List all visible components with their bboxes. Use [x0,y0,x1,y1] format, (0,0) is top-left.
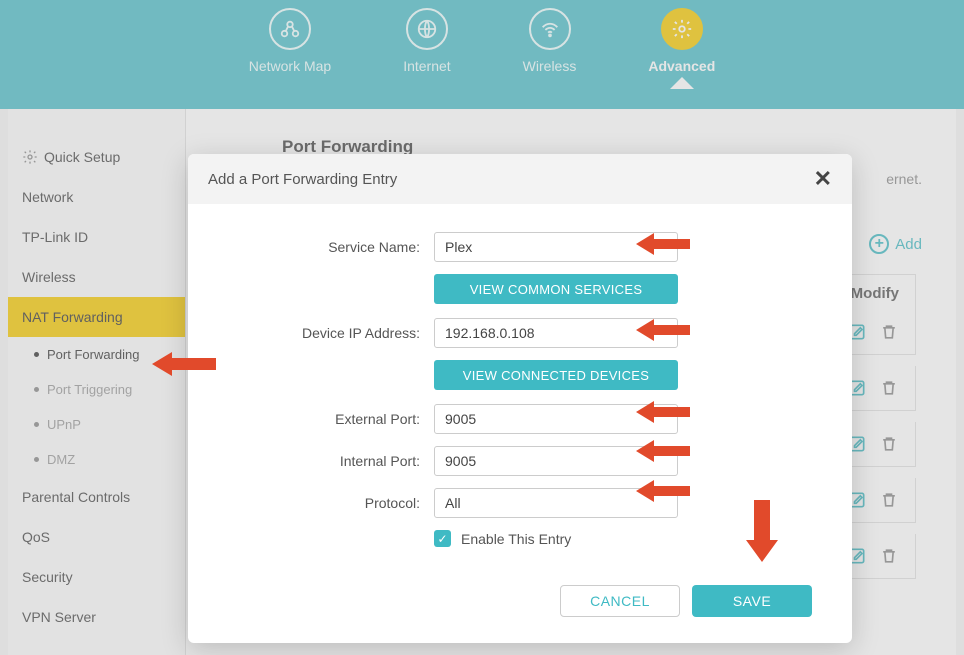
modal-title: Add a Port Forwarding Entry [208,171,397,188]
sidebar-network[interactable]: Network [8,177,185,217]
save-button[interactable]: SAVE [692,585,812,617]
add-button[interactable]: + Add [869,234,922,254]
trash-icon[interactable] [879,490,899,510]
bullet-icon [34,457,39,462]
view-connected-devices-button[interactable]: VIEW CONNECTED DEVICES [434,360,678,390]
nav-network-map[interactable]: Network Map [249,8,331,74]
service-name-input[interactable] [434,232,678,262]
trash-icon[interactable] [879,434,899,454]
sidebar-port-forwarding[interactable]: Port Forwarding [8,337,185,372]
sidebar-label: Security [22,569,73,585]
sidebar-nat-forwarding[interactable]: NAT Forwarding [8,297,185,337]
trash-icon[interactable] [879,378,899,398]
sidebar-label: DMZ [47,452,75,467]
enable-entry-label: Enable This Entry [461,531,571,547]
sidebar-parental[interactable]: Parental Controls [8,477,185,517]
nav-label: Wireless [523,58,577,74]
sidebar-label: Parental Controls [22,489,130,505]
modal-footer: CANCEL SAVE [188,575,852,643]
device-ip-label: Device IP Address: [228,325,434,341]
nav-label: Network Map [249,58,331,74]
internal-port-input[interactable] [434,446,678,476]
sidebar-wireless[interactable]: Wireless [8,257,185,297]
description-fragment: ernet. [886,171,922,187]
device-ip-input[interactable] [434,318,678,348]
external-port-input[interactable] [434,404,678,434]
sidebar-qos[interactable]: QoS [8,517,185,557]
plus-icon: + [869,234,889,254]
cancel-button[interactable]: CANCEL [560,585,680,617]
sidebar-tplink-id[interactable]: TP-Link ID [8,217,185,257]
nav-label: Internet [403,58,450,74]
gear-icon [22,149,38,165]
protocol-label: Protocol: [228,495,434,511]
close-icon[interactable]: ✕ [814,168,832,190]
add-label: Add [895,236,922,253]
sidebar-label: UPnP [47,417,81,432]
internal-port-label: Internal Port: [228,453,434,469]
bullet-icon [34,352,39,357]
sidebar-label: VPN Server [22,609,96,625]
protocol-input[interactable] [434,488,678,518]
service-name-label: Service Name: [228,239,434,255]
gear-icon [661,8,703,50]
sidebar-label: TP-Link ID [22,229,88,245]
nav-label: Advanced [648,58,715,74]
network-map-icon [269,8,311,50]
sidebar-upnp[interactable]: UPnP [8,407,185,442]
sidebar-label: Wireless [22,269,76,285]
bullet-icon [34,387,39,392]
bullet-icon [34,422,39,427]
sidebar-label: Port Triggering [47,382,132,397]
nav-advanced[interactable]: Advanced [648,8,715,74]
nav-internet[interactable]: Internet [403,8,450,74]
checkbox-checked-icon[interactable]: ✓ [434,530,451,547]
trash-icon[interactable] [879,322,899,342]
nav-wireless[interactable]: Wireless [523,8,577,74]
sidebar-label: Quick Setup [44,149,120,165]
sidebar-label: NAT Forwarding [22,309,123,325]
view-common-services-button[interactable]: VIEW COMMON SERVICES [434,274,678,304]
top-nav: Network Map Internet Wireless Advanced [0,0,964,109]
globe-icon [406,8,448,50]
modal-header: Add a Port Forwarding Entry ✕ [188,154,852,204]
add-entry-modal: Add a Port Forwarding Entry ✕ Service Na… [188,154,852,643]
sidebar-dmz[interactable]: DMZ [8,442,185,477]
sidebar-port-triggering[interactable]: Port Triggering [8,372,185,407]
sidebar-security[interactable]: Security [8,557,185,597]
enable-entry-row[interactable]: ✓ Enable This Entry [434,530,812,547]
sidebar: Quick Setup Network TP-Link ID Wireless … [8,109,186,655]
trash-icon[interactable] [879,546,899,566]
sidebar-label: QoS [22,529,50,545]
wifi-icon [529,8,571,50]
external-port-label: External Port: [228,411,434,427]
sidebar-quick-setup[interactable]: Quick Setup [8,137,185,177]
sidebar-vpn[interactable]: VPN Server [8,597,185,637]
sidebar-label: Network [22,189,73,205]
modal-body: Service Name: VIEW COMMON SERVICES Devic… [188,204,852,575]
sidebar-label: Port Forwarding [47,347,139,362]
